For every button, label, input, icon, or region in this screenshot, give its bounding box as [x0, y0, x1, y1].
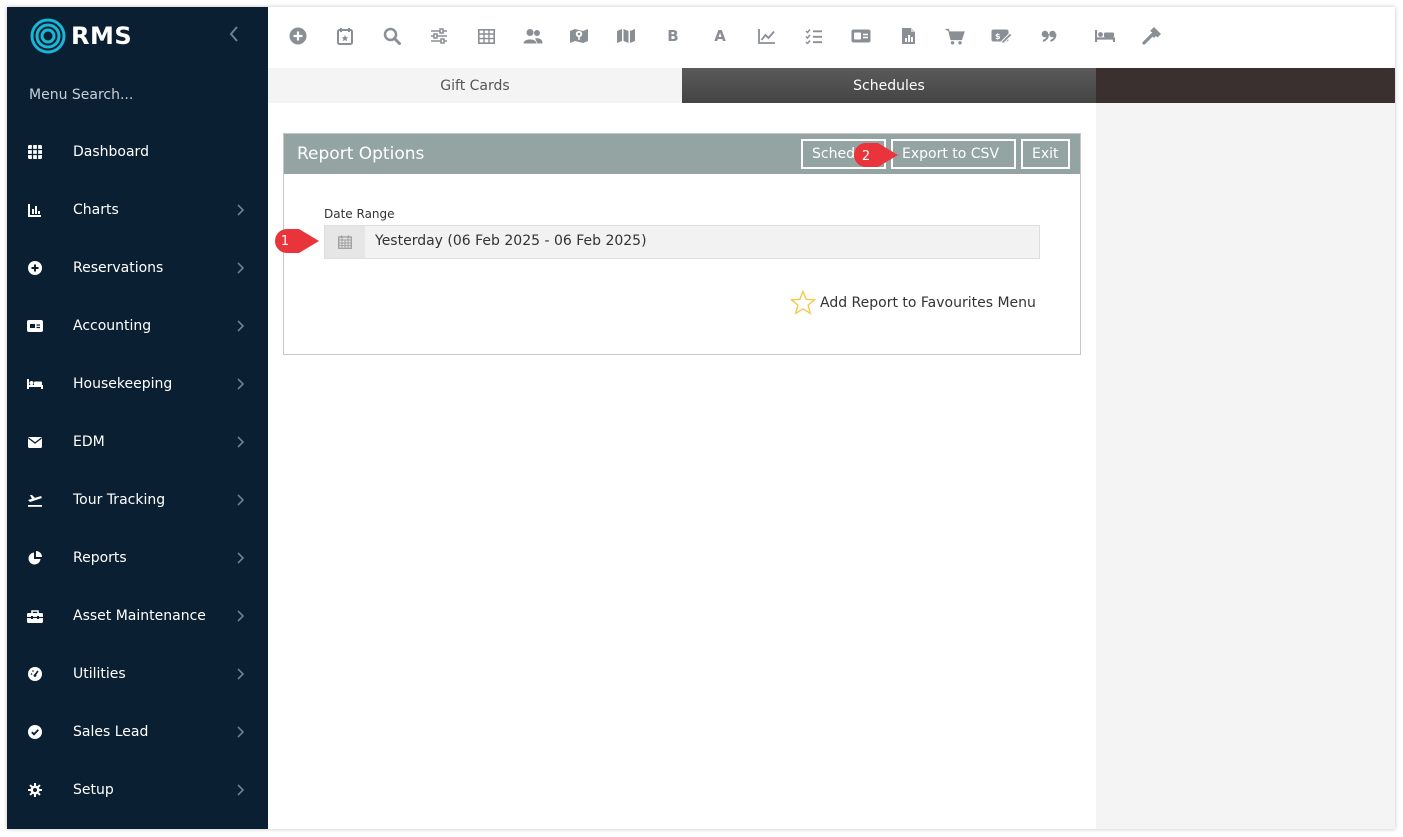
export-to-csv-button[interactable]: Export to CSV [891, 139, 1016, 169]
money-card-icon [27, 318, 43, 334]
menu-search-input[interactable]: Menu Search... [29, 87, 133, 103]
sidebar-item-label: Dashboard [73, 144, 149, 160]
sidebar-item-label: Tour Tracking [73, 492, 166, 508]
sidebar-item-setup[interactable]: Setup [7, 761, 268, 819]
rms-logo-icon [30, 18, 66, 54]
sidebar-item-housekeeping[interactable]: Housekeeping [7, 355, 268, 413]
sidebar-item-charts[interactable]: Charts [7, 181, 268, 239]
date-range-value: Yesterday (06 Feb 2025 - 06 Feb 2025) [375, 233, 647, 249]
sidebar-item-label: Housekeeping [73, 376, 173, 392]
sidebar-item-asset-maintenance[interactable]: Asset Maintenance [7, 587, 268, 645]
calendar-star-icon[interactable] [334, 25, 356, 47]
users-icon[interactable] [522, 25, 544, 47]
svg-text:$: $ [995, 32, 1001, 41]
quote-icon[interactable] [1038, 25, 1060, 47]
envelope-icon [27, 434, 43, 450]
money-card-icon[interactable] [850, 25, 872, 47]
sidebar-item-label: EDM [73, 434, 105, 450]
collapse-sidebar-icon[interactable] [229, 25, 245, 45]
date-range-label: Date Range [324, 207, 395, 221]
callout-marker-1: 1 [273, 227, 319, 255]
check-circle-icon [27, 724, 43, 740]
chevron-right-icon [237, 552, 245, 564]
sidebar-item-reports[interactable]: Reports [7, 529, 268, 587]
brand-name: RMS [71, 22, 133, 50]
panel-header: Report Options Schedule Export to CSV Ex… [284, 134, 1080, 174]
sidebar-item-label: Sales Lead [73, 724, 149, 740]
date-range-field[interactable]: Yesterday (06 Feb 2025 - 06 Feb 2025) [324, 225, 1040, 259]
report-options-panel: Report Options Schedule Export to CSV Ex… [283, 133, 1081, 355]
hammer-icon[interactable] [1141, 25, 1163, 47]
add-to-favourites-link[interactable]: Add Report to Favourites Menu [790, 290, 1036, 316]
sidebar-item-utilities[interactable]: Utilities [7, 645, 268, 703]
callout-marker-2: 2 [852, 141, 898, 169]
sidebar-item-label: Setup [73, 782, 114, 798]
right-side-pane [1096, 103, 1395, 829]
line-chart-icon[interactable] [756, 25, 778, 47]
chevron-right-icon [237, 610, 245, 622]
panel-title: Report Options [297, 144, 425, 164]
tab-label: Gift Cards [440, 77, 510, 94]
file-chart-icon[interactable] [897, 25, 919, 47]
sidebar-item-label: Accounting [73, 318, 152, 334]
sidebar-item-reservations[interactable]: Reservations [7, 239, 268, 297]
bar-chart-icon [27, 202, 43, 218]
bed-icon [27, 376, 43, 392]
table-icon[interactable] [475, 25, 497, 47]
plane-icon [27, 492, 43, 508]
app-window: RMS Menu Search... Dashboard Charts Rese… [7, 7, 1395, 829]
chevron-right-icon [237, 262, 245, 274]
callout-number: 2 [862, 149, 870, 164]
sidebar: RMS Menu Search... Dashboard Charts Rese… [7, 7, 268, 829]
gauge-icon [27, 666, 43, 682]
rms-logo[interactable]: RMS [29, 17, 132, 55]
sidebar-item-dashboard[interactable]: Dashboard [7, 123, 268, 181]
plus-circle-icon[interactable] [287, 25, 309, 47]
letter-a-icon[interactable]: A [709, 25, 731, 47]
chevron-right-icon [237, 436, 245, 448]
grid-icon [27, 144, 43, 160]
chevron-right-icon [237, 726, 245, 738]
chevron-right-icon [237, 784, 245, 796]
checklist-icon[interactable] [803, 25, 825, 47]
chevron-right-icon [237, 320, 245, 332]
favourites-label: Add Report to Favourites Menu [820, 295, 1036, 311]
chevron-right-icon [237, 494, 245, 506]
exit-button[interactable]: Exit [1021, 139, 1070, 169]
bed-icon[interactable] [1094, 25, 1116, 47]
toolbox-icon [27, 608, 43, 624]
gear-icon [27, 782, 43, 798]
cart-icon[interactable] [944, 25, 966, 47]
money-edit-icon[interactable]: $ [991, 25, 1013, 47]
tab-gift-cards[interactable]: Gift Cards [268, 68, 682, 103]
plus-circle-icon [27, 260, 43, 276]
tab-bar-filler [1096, 68, 1395, 103]
chevron-right-icon [237, 204, 245, 216]
sidebar-item-edm[interactable]: EDM [7, 413, 268, 471]
sidebar-item-tour-tracking[interactable]: Tour Tracking [7, 471, 268, 529]
sidebar-item-label: Reservations [73, 260, 164, 276]
tab-label: Schedules [853, 77, 925, 94]
map-icon[interactable] [615, 25, 637, 47]
chevron-right-icon [237, 378, 245, 390]
map-marker-icon[interactable] [568, 25, 590, 47]
sidebar-item-accounting[interactable]: Accounting [7, 297, 268, 355]
callout-number: 1 [281, 234, 289, 249]
chevron-right-icon [237, 668, 245, 680]
search-icon[interactable] [381, 25, 403, 47]
pie-chart-icon [27, 550, 43, 566]
sidebar-item-label: Utilities [73, 666, 126, 682]
sidebar-item-label: Asset Maintenance [73, 608, 206, 624]
sidebar-item-sales-lead[interactable]: Sales Lead [7, 703, 268, 761]
sliders-icon[interactable] [428, 25, 450, 47]
tab-schedules[interactable]: Schedules [682, 68, 1096, 103]
sidebar-nav: Dashboard Charts Reservations Accounting… [7, 123, 268, 819]
top-toolbar: B A $ [268, 7, 1395, 68]
star-icon [790, 290, 816, 315]
sidebar-item-label: Reports [73, 550, 127, 566]
sidebar-item-label: Charts [73, 202, 119, 218]
calendar-icon[interactable] [325, 226, 365, 258]
bold-b-icon[interactable]: B [662, 25, 684, 47]
